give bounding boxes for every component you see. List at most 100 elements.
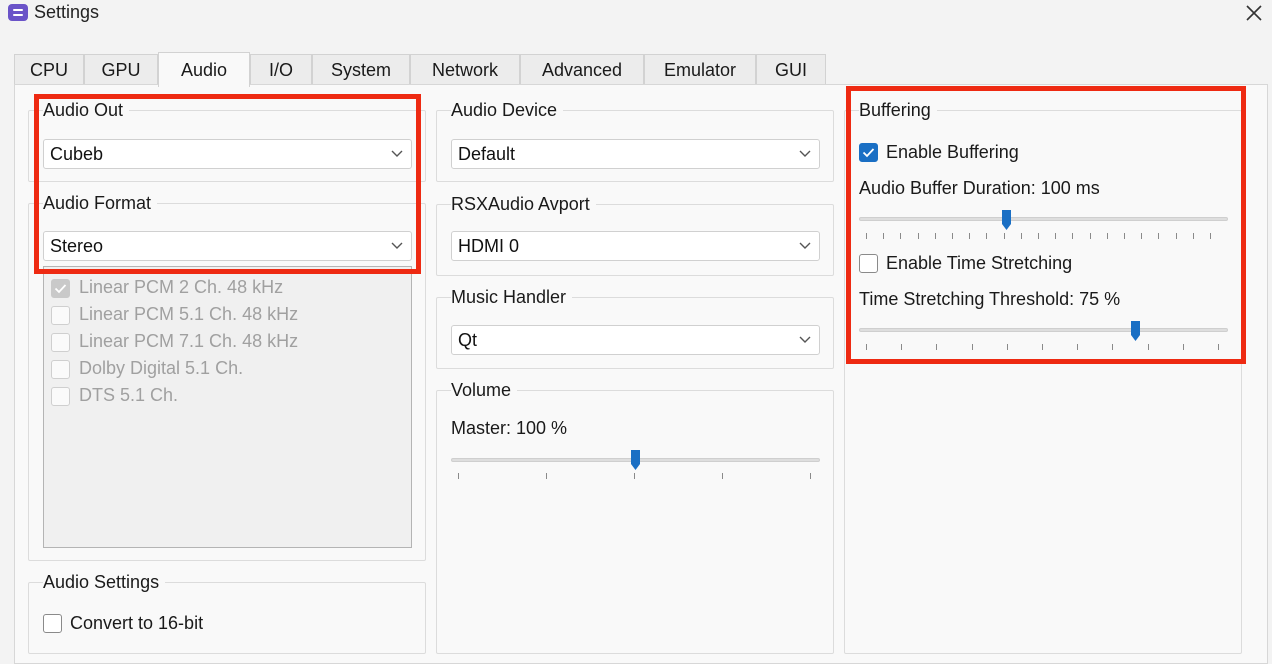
slider-tick	[1038, 233, 1039, 239]
slider-tick	[1107, 233, 1108, 239]
slider-tick	[1072, 233, 1073, 239]
buffer-duration-slider[interactable]	[859, 217, 1228, 221]
slider-handle[interactable]	[1001, 209, 1012, 231]
slider-tick	[458, 473, 459, 479]
slider-tick	[546, 473, 547, 479]
format-option-checkbox	[51, 306, 70, 325]
slider-tick	[1218, 344, 1219, 350]
window-title: Settings	[34, 2, 100, 22]
slider-tick	[972, 344, 973, 350]
tab-audio[interactable]: Audio	[158, 52, 250, 87]
format-option-label: Linear PCM 7.1 Ch. 48 kHz	[79, 331, 299, 351]
convert-16bit-checkbox[interactable]	[43, 614, 62, 633]
buffering-title: Buffering	[859, 100, 937, 121]
slider-tick	[1158, 233, 1159, 239]
enable-buffering-label: Enable Buffering	[886, 142, 1019, 162]
slider-tick	[986, 233, 987, 239]
audio-settings-title: Audio Settings	[43, 572, 166, 593]
music-handler-value: Qt	[458, 329, 478, 350]
checkmark-icon	[54, 284, 67, 294]
tab-emulator[interactable]: Emulator	[644, 54, 756, 86]
format-option-checkbox	[51, 360, 70, 379]
audio-device-select[interactable]: Default	[451, 139, 820, 169]
time-stretching-threshold-slider[interactable]	[859, 328, 1228, 332]
slider-tick	[1112, 344, 1113, 350]
volume-title: Volume	[451, 380, 518, 401]
format-option-label: DTS 5.1 Ch.	[79, 385, 179, 405]
chevron-down-icon	[799, 336, 811, 343]
rsx-avport-title: RSXAudio Avport	[451, 194, 596, 215]
slider-tick	[1193, 233, 1194, 239]
slider-tick	[1148, 344, 1149, 350]
tab-system[interactable]: System	[312, 54, 410, 86]
audio-out-select[interactable]: Cubeb	[43, 139, 412, 169]
close-icon	[1246, 5, 1262, 21]
enable-time-stretching-label: Enable Time Stretching	[886, 253, 1073, 273]
slider-tick	[1210, 233, 1211, 239]
slider-tick	[1077, 344, 1078, 350]
tab-cpu[interactable]: CPU	[14, 54, 84, 86]
tab-network[interactable]: Network	[410, 54, 520, 86]
slider-tick	[900, 233, 901, 239]
slider-tick	[1007, 344, 1008, 350]
audio-format-select[interactable]: Stereo	[43, 231, 412, 261]
checkmark-icon	[862, 148, 875, 158]
slider-tick	[634, 473, 635, 479]
tab-gpu[interactable]: GPU	[84, 54, 158, 86]
slider-tick	[866, 233, 867, 239]
format-option-checkbox	[51, 387, 70, 406]
enable-buffering-checkbox[interactable]	[859, 143, 878, 162]
slider-tick	[810, 473, 811, 479]
close-button[interactable]	[1240, 0, 1268, 26]
slider-tick	[952, 233, 953, 239]
music-handler-select[interactable]: Qt	[451, 325, 820, 355]
audio-device-title: Audio Device	[451, 100, 564, 121]
rsx-avport-select[interactable]: HDMI 0	[451, 231, 820, 261]
chevron-down-icon	[391, 242, 403, 249]
slider-tick	[936, 344, 937, 350]
chevron-down-icon	[391, 150, 403, 157]
slider-tick	[1176, 233, 1177, 239]
title-bar: Settings	[0, 0, 1272, 34]
format-option-label: Dolby Digital 5.1 Ch.	[79, 358, 244, 378]
slider-tick	[1055, 233, 1056, 239]
master-volume-label: Master: 100 %	[451, 418, 568, 438]
audio-format-value: Stereo	[50, 235, 104, 256]
slider-tick	[918, 233, 919, 239]
slider-tick	[722, 473, 723, 479]
slider-tick	[935, 233, 936, 239]
music-handler-title: Music Handler	[451, 287, 573, 308]
slider-tick	[1124, 233, 1125, 239]
format-option-checkbox	[51, 333, 70, 352]
audio-out-title: Audio Out	[43, 100, 130, 121]
audio-format-title: Audio Format	[43, 193, 158, 214]
slider-tick	[1141, 233, 1142, 239]
rsx-avport-value: HDMI 0	[458, 235, 520, 256]
convert-16bit-label: Convert to 16-bit	[70, 613, 204, 633]
tab-advanced[interactable]: Advanced	[520, 54, 644, 86]
slider-handle[interactable]	[1130, 320, 1141, 342]
enable-time-stretching-checkbox[interactable]	[859, 254, 878, 273]
slider-tick	[1021, 233, 1022, 239]
time-stretching-threshold-label: Time Stretching Threshold: 75 %	[859, 289, 1121, 309]
format-option-checkbox	[51, 279, 70, 298]
slider-tick	[1004, 233, 1005, 239]
format-option-label: Linear PCM 2 Ch. 48 kHz	[79, 277, 284, 297]
buffer-duration-label: Audio Buffer Duration: 100 ms	[859, 178, 1100, 198]
slider-tick	[883, 233, 884, 239]
tab-gui[interactable]: GUI	[756, 54, 826, 86]
slider-tick	[1042, 344, 1043, 350]
audio-out-value: Cubeb	[50, 143, 104, 164]
tab-io[interactable]: I/O	[250, 54, 312, 86]
format-option-label: Linear PCM 5.1 Ch. 48 kHz	[79, 304, 299, 324]
chevron-down-icon	[799, 150, 811, 157]
slider-handle[interactable]	[630, 449, 641, 471]
slider-tick	[866, 344, 867, 350]
slider-tick	[1090, 233, 1091, 239]
slider-tick	[901, 344, 902, 350]
slider-tick	[969, 233, 970, 239]
audio-device-value: Default	[458, 143, 516, 164]
slider-tick	[1183, 344, 1184, 350]
chevron-down-icon	[799, 242, 811, 249]
app-icon	[8, 4, 28, 21]
